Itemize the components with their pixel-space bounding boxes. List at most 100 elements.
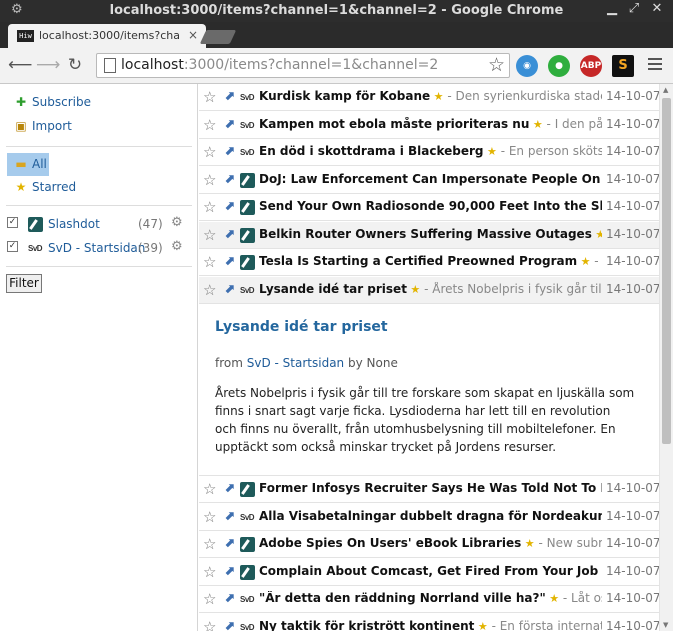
star-toggle-icon[interactable]: ☆ xyxy=(203,143,216,161)
item-text[interactable]: En död i skottdrama i Blackeberg ★ - En … xyxy=(259,144,602,158)
s-extension-icon[interactable]: S xyxy=(612,55,634,77)
open-link-icon[interactable]: ⬈ xyxy=(224,199,235,214)
list-item[interactable]: ☆ ⬈ SvD En död i skottdrama i Blackeberg ★ … xyxy=(199,139,659,166)
item-title[interactable]: Kampen mot ebola måste prioriteras nu xyxy=(259,117,529,131)
close-window-icon[interactable]: ✕ xyxy=(649,1,665,16)
item-text[interactable]: Kurdisk kamp för Kobane ★ - Den syrienku… xyxy=(259,89,602,103)
star-toggle-icon[interactable]: ☆ xyxy=(203,198,216,216)
channel-settings-gear-icon[interactable]: ⚙ xyxy=(171,215,183,230)
star-toggle-icon[interactable]: ☆ xyxy=(203,618,216,631)
list-item[interactable]: ☆ ⬈ Belkin Router Owners Suffering Massive… xyxy=(199,222,659,249)
chrome-menu-icon[interactable] xyxy=(648,58,662,73)
starred-link[interactable]: ★ Starred xyxy=(14,180,76,194)
item-title[interactable]: "Är detta den räddning Norrland ville ha… xyxy=(259,591,546,605)
slashdot-checkbox[interactable]: ✓ xyxy=(7,217,18,228)
item-text[interactable]: Kampen mot ebola måste prioriteras nu ★ … xyxy=(259,117,602,131)
list-item[interactable]: ☆ ⬈ Complain About Comcast, Get Fired From… xyxy=(199,559,659,586)
star-toggle-icon[interactable]: ☆ xyxy=(203,281,216,299)
star-toggle-icon[interactable]: ☆ xyxy=(203,508,216,526)
item-title[interactable]: Complain About Comcast, Get Fired From Y… xyxy=(259,564,598,578)
item-title[interactable]: Former Infosys Recruiter Says He Was Tol… xyxy=(259,481,602,495)
item-title[interactable]: En död i skottdrama i Blackeberg xyxy=(259,144,484,158)
scroll-up-icon[interactable]: ▲ xyxy=(663,86,668,94)
open-link-icon[interactable]: ⬈ xyxy=(224,509,235,524)
star-toggle-icon[interactable]: ☆ xyxy=(203,480,216,498)
list-item[interactable]: ☆ ⬈ SvD Kurdisk kamp för Kobane ★ - Den syr… xyxy=(199,84,659,111)
item-text[interactable]: Former Infosys Recruiter Says He Was Tol… xyxy=(259,481,602,495)
forward-arrow-icon[interactable]: ⟶ xyxy=(36,55,60,75)
reload-icon[interactable]: ↻ xyxy=(65,55,85,75)
item-title[interactable]: Lysande idé tar priset xyxy=(259,282,407,296)
open-link-icon[interactable]: ⬈ xyxy=(224,481,235,496)
list-item[interactable]: ☆ ⬈ DoJ: Law Enforcement Can Impersonate P… xyxy=(199,167,659,194)
address-bar[interactable]: localhost:3000/items?channel=1&channel=2… xyxy=(96,53,510,78)
open-link-icon[interactable]: ⬈ xyxy=(224,227,235,242)
channel-settings-gear-icon[interactable]: ⚙ xyxy=(171,239,183,254)
open-link-icon[interactable]: ⬈ xyxy=(224,282,235,297)
scroll-thumb[interactable] xyxy=(662,98,671,444)
item-text[interactable]: Send Your Own Radiosonde 90,000 Feet Int… xyxy=(259,199,602,213)
star-toggle-icon[interactable]: ☆ xyxy=(203,171,216,189)
list-item[interactable]: ☆ ⬈ SvD Lysande idé tar priset ★ - Årets No… xyxy=(199,277,659,304)
item-title[interactable]: Ny taktik för kristrött kontinent xyxy=(259,619,474,631)
open-link-icon[interactable]: ⬈ xyxy=(224,536,235,551)
open-link-icon[interactable]: ⬈ xyxy=(224,144,235,159)
tab-active[interactable]: Hiw localhost:3000/items?channel= × xyxy=(8,24,206,48)
tab-close-icon[interactable]: × xyxy=(188,28,198,42)
open-link-icon[interactable]: ⬈ xyxy=(224,619,235,631)
star-toggle-icon[interactable]: ☆ xyxy=(203,88,216,106)
item-text[interactable]: Belkin Router Owners Suffering Massive O… xyxy=(259,227,602,241)
svd-checkbox[interactable]: ✓ xyxy=(7,241,18,252)
detail-title[interactable]: Lysande idé tar priset xyxy=(215,319,388,335)
adblock-extension-icon[interactable]: ABP xyxy=(580,55,602,77)
scroll-down-icon[interactable]: ▼ xyxy=(663,621,668,629)
list-item[interactable]: ☆ ⬈ SvD Ny taktik för kristrött kontinent ★… xyxy=(199,614,659,631)
star-toggle-icon[interactable]: ☆ xyxy=(203,226,216,244)
subscribe-link[interactable]: ✚ Subscribe xyxy=(14,95,91,109)
evernote-extension-icon[interactable]: ● xyxy=(548,55,570,77)
item-title[interactable]: Adobe Spies On Users' eBook Libraries xyxy=(259,536,521,550)
item-title[interactable]: Tesla Is Starting a Certified Preowned P… xyxy=(259,254,577,268)
channel-svd-link[interactable]: SvD - Startsidan xyxy=(48,241,145,255)
item-text[interactable]: Tesla Is Starting a Certified Preowned P… xyxy=(259,254,602,268)
bookmark-star-icon[interactable]: ☆ xyxy=(488,54,505,76)
new-tab-button[interactable] xyxy=(199,30,237,44)
star-toggle-icon[interactable]: ☆ xyxy=(203,116,216,134)
open-link-icon[interactable]: ⬈ xyxy=(224,591,235,606)
scrollbar[interactable]: ▲ ▼ xyxy=(659,84,673,631)
detail-channel-link[interactable]: SvD - Startsidan xyxy=(247,356,344,370)
item-title[interactable]: Send Your Own Radiosonde 90,000 Feet Int… xyxy=(259,199,602,213)
star-toggle-icon[interactable]: ☆ xyxy=(203,563,216,581)
open-link-icon[interactable]: ⬈ xyxy=(224,564,235,579)
list-item[interactable]: ☆ ⬈ Send Your Own Radiosonde 90,000 Feet I… xyxy=(199,194,659,221)
open-link-icon[interactable]: ⬈ xyxy=(224,172,235,187)
open-link-icon[interactable]: ⬈ xyxy=(224,117,235,132)
filter-button[interactable]: Filter xyxy=(6,274,42,293)
list-item[interactable]: ☆ ⬈ SvD Alla Visabetalningar dubbelt dragna… xyxy=(199,504,659,531)
maximize-icon[interactable]: ⤢ xyxy=(626,1,642,16)
globe-extension-icon[interactable]: ◉ xyxy=(516,55,538,77)
item-title[interactable]: DoJ: Law Enforcement Can Impersonate Peo… xyxy=(259,172,602,186)
item-title[interactable]: Kurdisk kamp för Kobane xyxy=(259,89,430,103)
list-item[interactable]: ☆ ⬈ Former Infosys Recruiter Says He Was T… xyxy=(199,476,659,503)
list-item[interactable]: ☆ ⬈ Adobe Spies On Users' eBook Libraries … xyxy=(199,531,659,558)
list-item[interactable]: ☆ ⬈ SvD "Är detta den räddning Norrland vil… xyxy=(199,586,659,613)
item-text[interactable]: Ny taktik för kristrött kontinent ★ - En… xyxy=(259,619,602,631)
star-toggle-icon[interactable]: ☆ xyxy=(203,590,216,608)
item-text[interactable]: Adobe Spies On Users' eBook Libraries ★ … xyxy=(259,536,602,550)
item-text[interactable]: Alla Visabetalningar dubbelt dragna för … xyxy=(259,509,602,523)
item-text[interactable]: "Är detta den räddning Norrland ville ha… xyxy=(259,591,602,605)
item-text[interactable]: DoJ: Law Enforcement Can Impersonate Peo… xyxy=(259,172,602,186)
all-link[interactable]: ▬ All xyxy=(14,157,47,171)
import-link[interactable]: ▣ Import xyxy=(14,119,72,133)
star-toggle-icon[interactable]: ☆ xyxy=(203,253,216,271)
item-text[interactable]: Lysande idé tar priset ★ - Årets Nobelpr… xyxy=(259,282,602,296)
back-arrow-icon[interactable]: ⟵ xyxy=(8,55,32,75)
item-text[interactable]: Complain About Comcast, Get Fired From Y… xyxy=(259,564,602,578)
list-item[interactable]: ☆ ⬈ Tesla Is Starting a Certified Preowned… xyxy=(199,249,659,276)
open-link-icon[interactable]: ⬈ xyxy=(224,89,235,104)
list-item[interactable]: ☆ ⬈ SvD Kampen mot ebola måste prioriteras … xyxy=(199,112,659,139)
item-title[interactable]: Belkin Router Owners Suffering Massive O… xyxy=(259,227,592,241)
minimize-icon[interactable]: ▁ xyxy=(604,1,620,16)
channel-slashdot-link[interactable]: Slashdot xyxy=(48,217,100,231)
